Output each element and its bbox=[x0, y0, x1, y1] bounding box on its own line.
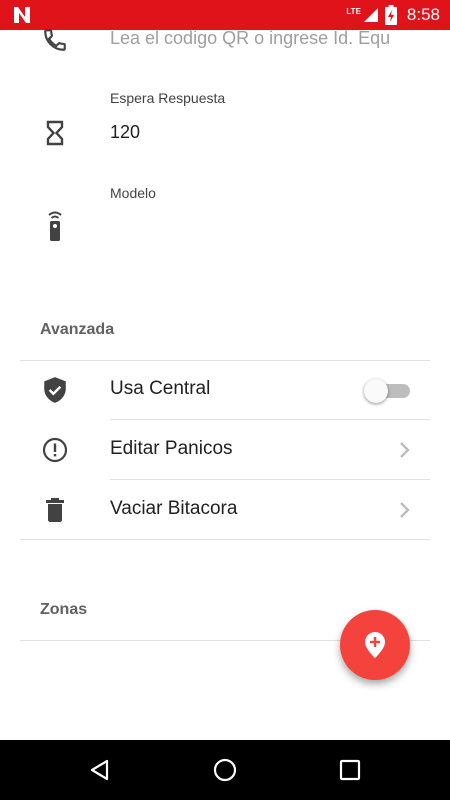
divider bbox=[20, 539, 430, 540]
usa-central-toggle[interactable] bbox=[364, 379, 410, 403]
alert-circle-icon bbox=[40, 435, 70, 465]
home-button[interactable] bbox=[210, 755, 240, 785]
chevron-right-icon bbox=[400, 442, 410, 458]
verified-shield-icon bbox=[40, 375, 70, 405]
remote-control-icon bbox=[40, 211, 70, 241]
battery-charging-icon bbox=[384, 5, 397, 25]
response-wait-label: Espera Respuesta bbox=[110, 90, 226, 106]
back-button[interactable] bbox=[85, 755, 115, 785]
section-title-advanced: Avanzada bbox=[40, 321, 115, 338]
add-location-fab[interactable] bbox=[340, 610, 410, 680]
app-notification-icon bbox=[14, 7, 30, 23]
back-icon bbox=[90, 759, 109, 781]
model-label: Modelo bbox=[110, 185, 156, 201]
signal-icon bbox=[363, 8, 378, 22]
recents-icon bbox=[339, 759, 361, 781]
navigation-bar bbox=[0, 740, 450, 800]
toggle-thumb bbox=[364, 379, 388, 403]
chevron-right-icon bbox=[400, 502, 410, 518]
hourglass-icon bbox=[40, 118, 70, 148]
section-title-zones: Zonas bbox=[40, 601, 88, 618]
device-id-input[interactable]: Lea el codigo QR o ingrese Id. Equ bbox=[110, 28, 415, 49]
status-icons: LTE 8:58 bbox=[346, 0, 440, 30]
pref-usa-central[interactable]: Usa Central bbox=[0, 360, 450, 420]
recents-button[interactable] bbox=[335, 755, 365, 785]
home-icon bbox=[213, 758, 237, 782]
trash-icon bbox=[40, 495, 70, 525]
add-location-icon bbox=[365, 632, 385, 658]
pref-vaciar-bitacora[interactable]: Vaciar Bitacora bbox=[0, 480, 450, 540]
network-type: LTE bbox=[346, 6, 361, 16]
pref-editar-panicos[interactable]: Editar Panicos bbox=[0, 420, 450, 480]
status-time: 8:58 bbox=[406, 5, 440, 24]
pref-label: Editar Panicos bbox=[110, 438, 233, 459]
response-wait-input[interactable]: 120 bbox=[110, 122, 415, 143]
phone-icon bbox=[40, 25, 70, 55]
pref-label: Usa Central bbox=[110, 378, 211, 399]
pref-label: Vaciar Bitacora bbox=[110, 498, 238, 519]
